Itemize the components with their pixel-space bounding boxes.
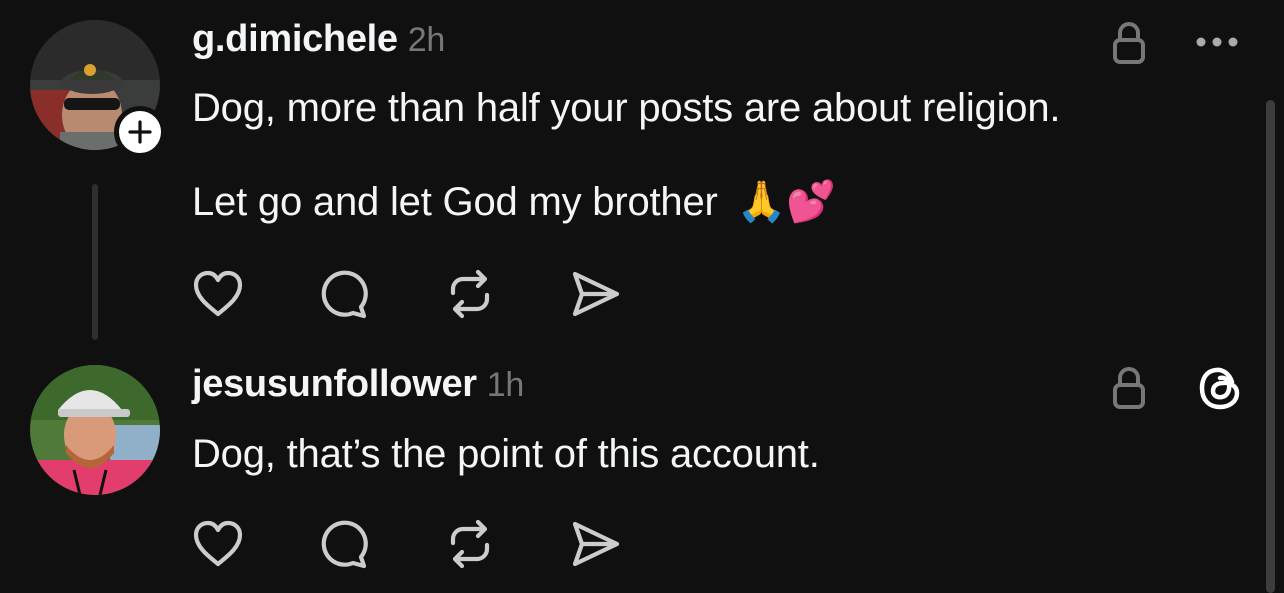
post-text-line-1: Dog, that’s the point of this account. bbox=[192, 432, 820, 476]
heart-icon bbox=[193, 270, 243, 317]
repost-icon bbox=[450, 519, 490, 569]
thread-line bbox=[92, 184, 98, 340]
reply-button[interactable] bbox=[316, 516, 372, 572]
reply-post-2: jesusunfollower 1h Dog, that’s the point … bbox=[0, 340, 1284, 593]
lock-icon bbox=[1112, 20, 1146, 66]
share-button[interactable] bbox=[568, 516, 624, 572]
share-button[interactable] bbox=[568, 266, 624, 322]
comment-icon bbox=[321, 270, 368, 319]
avatar[interactable] bbox=[30, 365, 160, 495]
scrollbar[interactable] bbox=[1266, 100, 1275, 593]
more-icon[interactable] bbox=[1195, 35, 1239, 47]
like-button[interactable] bbox=[190, 516, 246, 572]
two-hearts-emoji: 💕 bbox=[786, 179, 836, 225]
send-icon bbox=[572, 271, 620, 317]
timestamp: 2h bbox=[407, 21, 446, 59]
threads-logo-icon[interactable] bbox=[1196, 364, 1244, 412]
username[interactable]: g.dimichele 2h bbox=[192, 18, 445, 61]
username[interactable]: jesusunfollower 1h bbox=[192, 363, 524, 406]
like-button[interactable] bbox=[190, 266, 246, 322]
post-text-line-1: Dog, more than half your posts are about… bbox=[192, 86, 1061, 130]
pray-emoji: 🙏 bbox=[736, 179, 787, 225]
plus-icon bbox=[128, 120, 152, 144]
lock-icon bbox=[1112, 365, 1146, 411]
repost-icon bbox=[450, 269, 490, 319]
reply-post-1: g.dimichele 2h Dog, more than half your p… bbox=[0, 0, 1284, 340]
reply-button[interactable] bbox=[316, 266, 372, 322]
repost-button[interactable] bbox=[442, 516, 498, 572]
heart-icon bbox=[193, 520, 243, 567]
action-bar bbox=[190, 266, 650, 322]
send-icon bbox=[572, 521, 620, 567]
post-text-line-2: Let go and let God my brother 🙏💕 bbox=[192, 179, 836, 225]
comment-icon bbox=[321, 520, 368, 569]
timestamp: 1h bbox=[486, 366, 525, 404]
repost-button[interactable] bbox=[442, 266, 498, 322]
follow-button[interactable] bbox=[114, 106, 166, 158]
action-bar bbox=[190, 516, 650, 572]
